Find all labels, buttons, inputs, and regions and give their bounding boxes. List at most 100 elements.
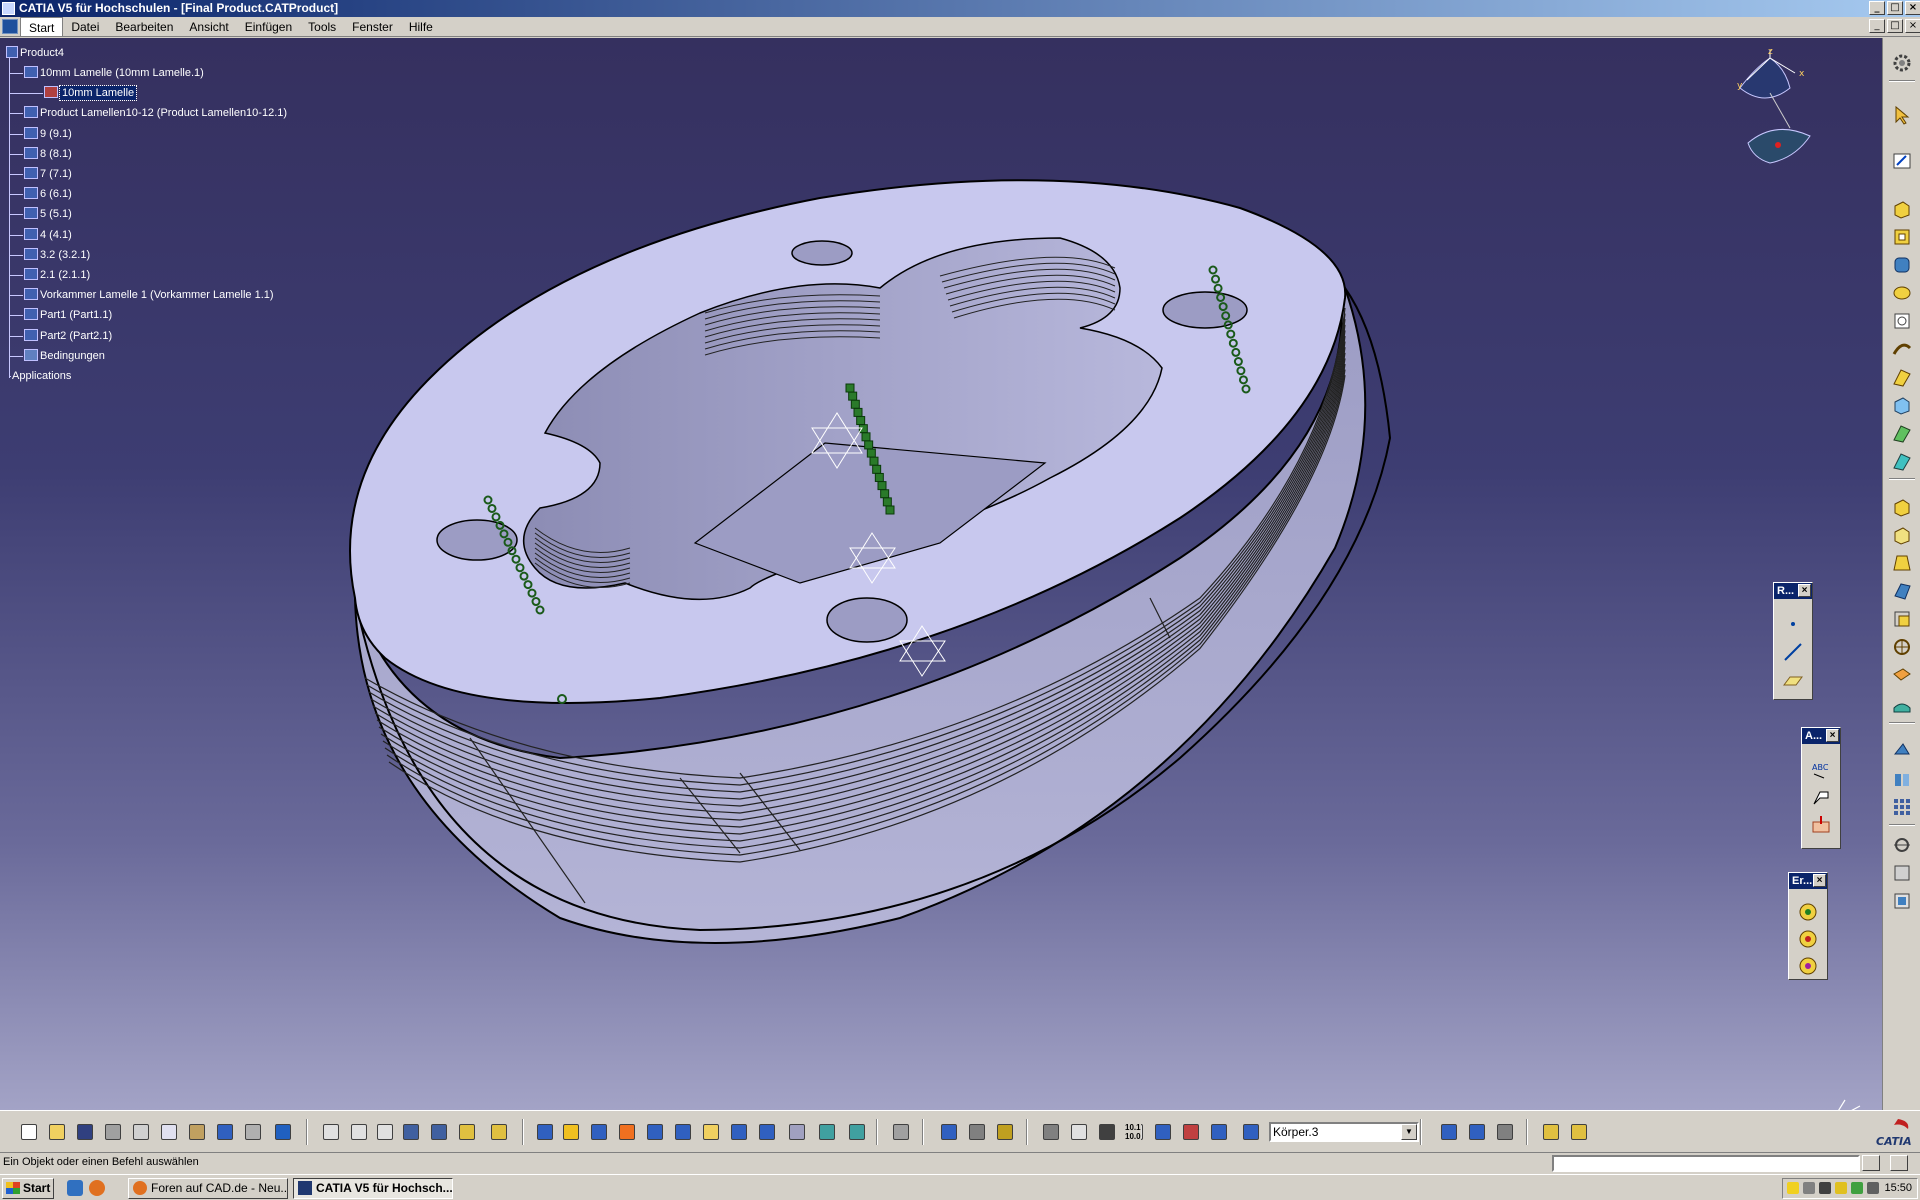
doc-minimize-button[interactable]: _ xyxy=(1869,19,1885,33)
axis-icon[interactable] xyxy=(1096,1121,1118,1143)
update-product-icon[interactable] xyxy=(1040,1121,1062,1143)
menu-start[interactable]: Start xyxy=(20,17,64,37)
flag-note-icon[interactable] xyxy=(1810,786,1832,808)
device-icon[interactable] xyxy=(1867,1182,1879,1194)
toolbar-title[interactable]: A... × xyxy=(1802,728,1840,744)
tree-item-label[interactable]: 4 (4.1) xyxy=(40,228,72,242)
multi-view-icon[interactable] xyxy=(728,1121,750,1143)
measure-icon[interactable] xyxy=(938,1121,960,1143)
floating-toolbar-reference[interactable]: R... × xyxy=(1773,582,1813,700)
tree-item-label[interactable]: 5 (5.1) xyxy=(40,207,72,221)
floating-toolbar-annotation[interactable]: A... × ABC xyxy=(1801,727,1841,849)
body-select-dropdown[interactable]: Körper.3 ▼ xyxy=(1269,1122,1419,1142)
open-folder-icon[interactable] xyxy=(46,1121,68,1143)
document-menu-icon[interactable] xyxy=(2,19,18,34)
constraint-symbol[interactable] xyxy=(869,456,879,466)
update-icon[interactable] xyxy=(1835,1182,1847,1194)
menu-einfügen[interactable]: Einfügen xyxy=(237,17,300,37)
tools-palette-icon[interactable] xyxy=(456,1121,478,1143)
menu-hilfe[interactable]: Hilfe xyxy=(401,17,441,37)
zoom-in-icon[interactable] xyxy=(644,1121,666,1143)
surface-icon[interactable] xyxy=(1891,694,1913,716)
monitor-icon[interactable] xyxy=(1851,1182,1863,1194)
select-arrow-icon[interactable] xyxy=(1891,104,1913,126)
tree-item-label[interactable]: 6 (6.1) xyxy=(40,187,72,201)
3d-viewport[interactable]: Product4 10mm Lamelle (10mm Lamelle.1) 10m… xyxy=(0,38,1882,1110)
translation-icon[interactable] xyxy=(1891,740,1913,762)
model-canvas[interactable] xyxy=(0,38,1882,1110)
tree-item-label[interactable]: 2.1 (2.1.1) xyxy=(40,268,90,282)
constraint-symbol[interactable] xyxy=(880,489,890,499)
groove-icon[interactable] xyxy=(1891,282,1913,304)
constraint-symbol[interactable] xyxy=(872,464,882,474)
tree-item-label[interactable]: 10mm Lamelle (10mm Lamelle.1) xyxy=(40,66,204,80)
bolt-hole-bottom[interactable] xyxy=(826,597,908,643)
constraint-symbol[interactable] xyxy=(853,407,863,417)
drawing-icon[interactable] xyxy=(1466,1121,1488,1143)
line-icon[interactable] xyxy=(1782,641,1804,663)
bolt-hole-right[interactable] xyxy=(1162,291,1248,329)
layer-props-icon[interactable] xyxy=(1568,1121,1590,1143)
constraint-symbol[interactable] xyxy=(861,432,871,442)
status-button-2[interactable] xyxy=(1890,1155,1908,1171)
mirror-icon[interactable] xyxy=(1891,768,1913,790)
constraint-symbol[interactable] xyxy=(858,424,868,434)
constraint-icon[interactable] xyxy=(1152,1121,1174,1143)
iso-view-icon[interactable] xyxy=(756,1121,778,1143)
minimize-button[interactable]: _ xyxy=(1869,1,1885,15)
bolt-hole-top[interactable] xyxy=(791,240,853,266)
shading-icon[interactable] xyxy=(786,1121,808,1143)
toolbar-title[interactable]: R... × xyxy=(1774,583,1812,599)
pattern-icon[interactable] xyxy=(1891,796,1913,818)
show-desktop-icon[interactable] xyxy=(67,1180,83,1196)
save-icon[interactable] xyxy=(74,1121,96,1143)
menu-fenster[interactable]: Fenster xyxy=(344,17,401,37)
tree-item-label[interactable]: Product Lamellen10-12 (Product Lamellen1… xyxy=(40,106,287,120)
redo-icon[interactable] xyxy=(242,1121,264,1143)
plane-icon[interactable] xyxy=(1782,669,1804,691)
help-icon[interactable] xyxy=(272,1121,294,1143)
thickness-icon[interactable] xyxy=(1891,608,1913,630)
fly-mode-icon[interactable] xyxy=(534,1121,556,1143)
table-icon[interactable] xyxy=(400,1121,422,1143)
toolbar-title[interactable]: Er... × xyxy=(1789,873,1827,889)
manipulation-icon[interactable] xyxy=(966,1121,988,1143)
gear-icon[interactable] xyxy=(1891,52,1913,74)
tree-item-label[interactable]: Vorkammer Lamelle 1 (Vorkammer Lamelle 1… xyxy=(40,288,274,302)
fit-all-icon[interactable] xyxy=(560,1121,582,1143)
tree-root-label[interactable]: Product4 xyxy=(20,46,64,60)
start-button[interactable]: Start xyxy=(2,1178,54,1199)
tree-item-label[interactable]: 8 (8.1) xyxy=(40,147,72,161)
toolbar-close-button[interactable]: × xyxy=(1798,584,1811,597)
floating-toolbar-measure[interactable]: Er... × xyxy=(1788,872,1828,980)
point-icon[interactable] xyxy=(1782,613,1804,635)
scale-display-text[interactable]: 10.1 10.0 xyxy=(1124,1121,1146,1143)
stack-icon[interactable] xyxy=(1208,1121,1230,1143)
paste-icon[interactable] xyxy=(186,1121,208,1143)
normal-view-icon[interactable] xyxy=(700,1121,722,1143)
tree-item-label[interactable]: Part2 (Part2.1) xyxy=(40,329,112,343)
pan-icon[interactable] xyxy=(588,1121,610,1143)
sketch-icon[interactable] xyxy=(1891,150,1913,172)
undo-icon[interactable] xyxy=(214,1121,236,1143)
constraint-symbol[interactable] xyxy=(866,448,876,458)
shaft-icon[interactable] xyxy=(1891,254,1913,276)
knowledge-icon[interactable] xyxy=(348,1121,370,1143)
tree-item-label[interactable]: Applications xyxy=(12,369,71,383)
measure-inertia-icon[interactable] xyxy=(1797,955,1819,977)
menu-tools[interactable]: Tools xyxy=(300,17,344,37)
close-button[interactable]: × xyxy=(1905,1,1920,15)
tree-item-label[interactable]: Bedingungen xyxy=(40,349,105,363)
power-input-field[interactable] xyxy=(1552,1155,1860,1172)
shell-icon[interactable] xyxy=(1891,580,1913,602)
remove-loft-icon[interactable] xyxy=(1891,450,1913,472)
rotate-icon[interactable] xyxy=(616,1121,638,1143)
constraint-symbol[interactable] xyxy=(877,481,887,491)
cut-icon[interactable] xyxy=(130,1121,152,1143)
layer-icon[interactable] xyxy=(1540,1121,1562,1143)
constraint-symbol[interactable] xyxy=(848,391,858,401)
draft-icon[interactable] xyxy=(1891,552,1913,574)
publish-icon[interactable] xyxy=(1494,1121,1516,1143)
doc-maximize-button[interactable]: □ xyxy=(1887,19,1903,33)
toolbar-close-button[interactable]: × xyxy=(1826,729,1839,742)
